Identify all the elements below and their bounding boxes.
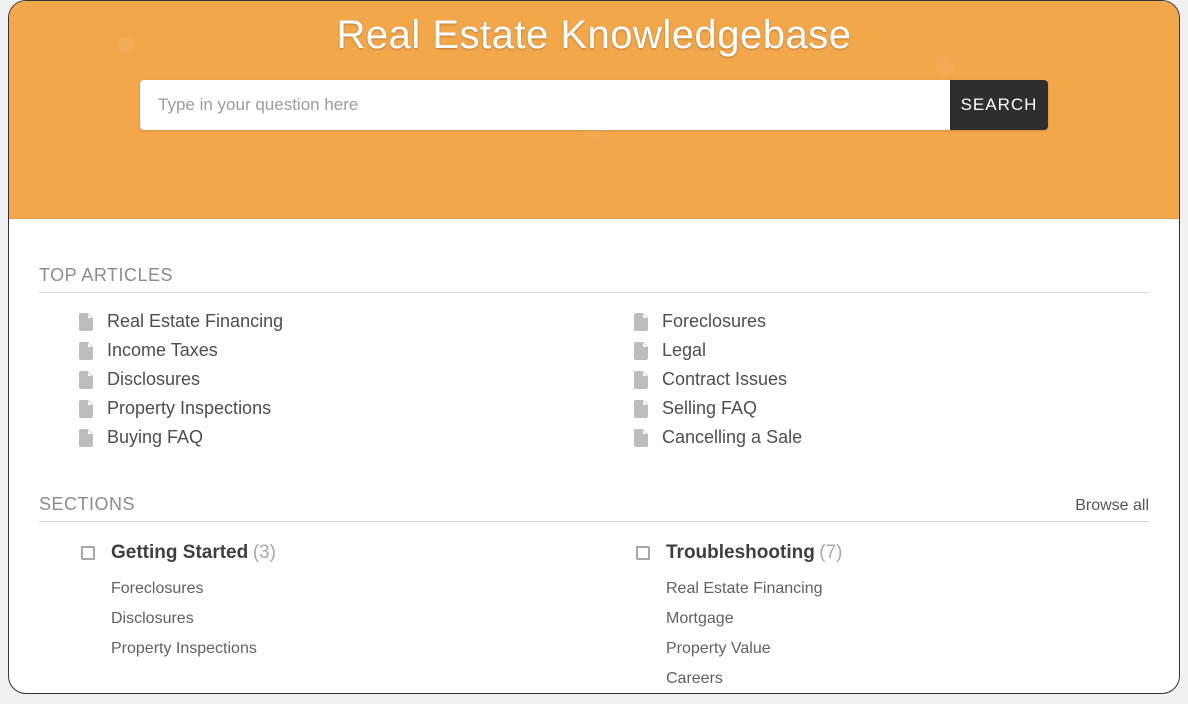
article-label: Buying FAQ: [107, 427, 203, 448]
sections-heading: SECTIONS: [39, 494, 135, 515]
section-title: Troubleshooting: [666, 542, 815, 563]
content-area: TOP ARTICLES Real Estate Financing Incom…: [9, 219, 1179, 693]
search-bar: SEARCH: [140, 80, 1048, 130]
article-link[interactable]: Buying FAQ: [79, 423, 594, 452]
article-link[interactable]: Cancelling a Sale: [634, 423, 1149, 452]
top-articles-col-left: Real Estate Financing Income Taxes Discl…: [39, 307, 594, 452]
article-label: Income Taxes: [107, 340, 218, 361]
section-item-link[interactable]: Property Value: [634, 634, 1149, 664]
top-articles-list: Real Estate Financing Income Taxes Discl…: [39, 293, 1149, 452]
document-icon: [634, 371, 648, 389]
document-icon: [634, 400, 648, 418]
knowledgebase-card: Real Estate Knowledgebase SEARCH TOP ART…: [8, 0, 1180, 694]
article-link[interactable]: Real Estate Financing: [79, 307, 594, 336]
book-icon: [634, 544, 652, 562]
sections-list: Getting Started (3) Foreclosures Disclos…: [39, 522, 1149, 693]
article-label: Foreclosures: [662, 311, 766, 332]
section-col-right: Troubleshooting (7) Real Estate Financin…: [594, 542, 1149, 693]
section-col-left: Getting Started (3) Foreclosures Disclos…: [39, 542, 594, 693]
article-link[interactable]: Selling FAQ: [634, 394, 1149, 423]
document-icon: [634, 342, 648, 360]
top-articles-col-right: Foreclosures Legal Contract Issues Selli…: [594, 307, 1149, 452]
browse-all-link[interactable]: Browse all: [1075, 497, 1149, 515]
article-label: Selling FAQ: [662, 398, 757, 419]
document-icon: [634, 313, 648, 331]
section-troubleshooting[interactable]: Troubleshooting (7): [634, 542, 1149, 574]
section-item-link[interactable]: Foreclosures: [79, 574, 594, 604]
document-icon: [79, 429, 93, 447]
article-link[interactable]: Disclosures: [79, 365, 594, 394]
section-item-link[interactable]: Property Inspections: [79, 634, 594, 664]
article-link[interactable]: Property Inspections: [79, 394, 594, 423]
section-item-link[interactable]: Mortgage: [634, 604, 1149, 634]
document-icon: [79, 371, 93, 389]
sections-header: SECTIONS Browse all: [39, 494, 1149, 522]
section-count: (7): [819, 542, 842, 563]
book-icon: [79, 544, 97, 562]
search-input[interactable]: [140, 80, 950, 130]
document-icon: [79, 342, 93, 360]
section-getting-started[interactable]: Getting Started (3): [79, 542, 594, 574]
sections-block: SECTIONS Browse all Getting Started (3) …: [39, 494, 1149, 693]
section-item-link[interactable]: Real Estate Financing: [634, 574, 1149, 604]
document-icon: [634, 429, 648, 447]
page-title: Real Estate Knowledgebase: [9, 13, 1179, 58]
article-link[interactable]: Legal: [634, 336, 1149, 365]
top-articles-heading: TOP ARTICLES: [39, 265, 173, 286]
section-count: (3): [253, 542, 276, 563]
article-link[interactable]: Foreclosures: [634, 307, 1149, 336]
hero-banner: Real Estate Knowledgebase SEARCH: [9, 1, 1179, 219]
article-label: Legal: [662, 340, 706, 361]
article-link[interactable]: Contract Issues: [634, 365, 1149, 394]
article-label: Contract Issues: [662, 369, 787, 390]
article-label: Real Estate Financing: [107, 311, 283, 332]
article-label: Cancelling a Sale: [662, 427, 802, 448]
search-button[interactable]: SEARCH: [950, 80, 1048, 130]
section-item-link[interactable]: Careers: [634, 664, 1149, 693]
article-label: Property Inspections: [107, 398, 271, 419]
top-articles-header: TOP ARTICLES: [39, 265, 1149, 293]
section-item-link[interactable]: Disclosures: [79, 604, 594, 634]
section-title: Getting Started: [111, 542, 248, 563]
document-icon: [79, 400, 93, 418]
document-icon: [79, 313, 93, 331]
article-label: Disclosures: [107, 369, 200, 390]
article-link[interactable]: Income Taxes: [79, 336, 594, 365]
